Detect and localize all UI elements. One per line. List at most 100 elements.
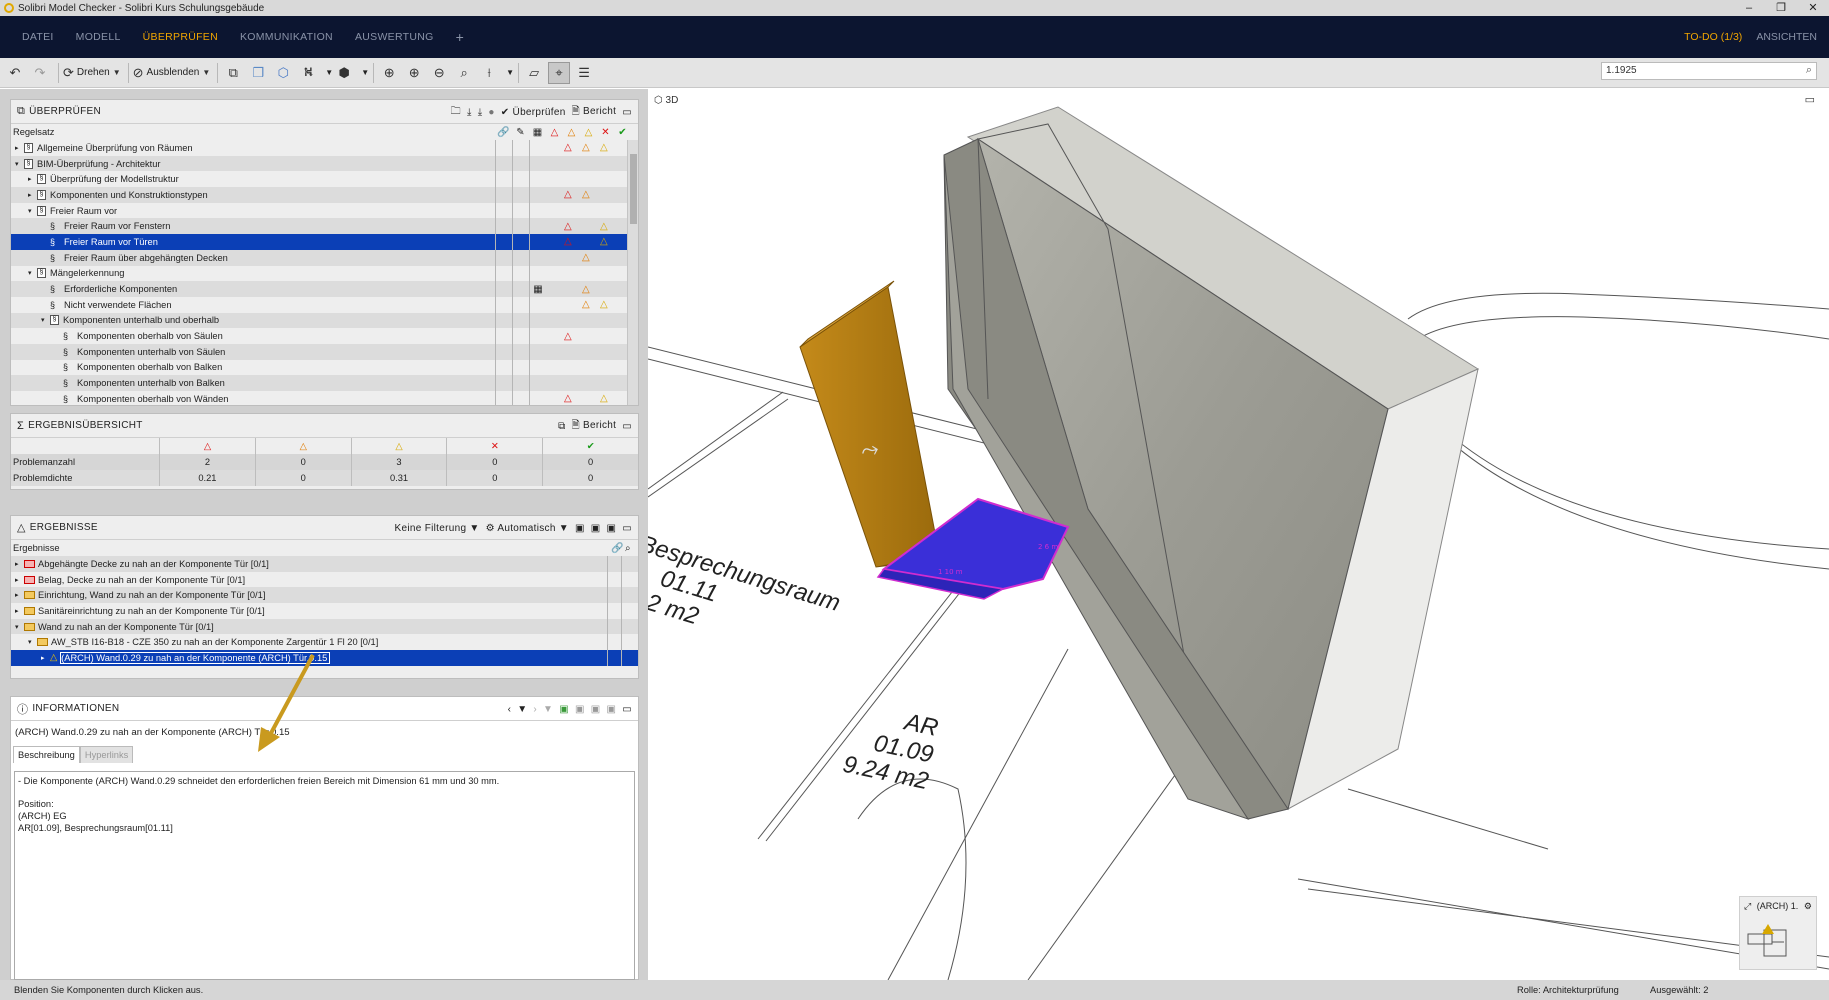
close-button[interactable]: ✕ — [1797, 0, 1829, 16]
views-button[interactable]: ANSICHTEN — [1756, 31, 1817, 43]
filter-dropdown[interactable]: Keine Filterung ▼ — [395, 523, 480, 534]
menu-kommunikation[interactable]: KOMMUNIKATION — [229, 31, 344, 43]
section-plane-icon[interactable]: ▱ — [523, 62, 545, 84]
result-row[interactable]: ▾ Wand zu nah an der Komponente Tür [0/1] — [11, 618, 638, 635]
export-icon[interactable]: ⧉ — [558, 421, 565, 432]
export-issue-icon[interactable]: ▣ — [607, 704, 617, 715]
zoom-fit-icon[interactable]: ⊕ — [378, 62, 400, 84]
save-as-icon[interactable]: ⤓ — [478, 107, 483, 118]
expand-icon[interactable]: ▸ — [28, 191, 37, 199]
collapse-icon[interactable]: ▾ — [15, 160, 24, 168]
todo-button[interactable]: TO-DO (1/3) — [1684, 31, 1742, 43]
rotate-dropdown[interactable]: ⟳ Drehen ▼ — [63, 62, 121, 84]
result-row[interactable]: ▸ Sanitäreinrichtung zu nah an der Kompon… — [11, 603, 638, 619]
ruleset-row[interactable]: ▾ § Komponenten unterhalb und oberhalb — [11, 312, 638, 329]
ruleset-row[interactable]: §Komponenten unterhalb von BalkenOK — [11, 375, 638, 391]
check-button[interactable]: ✔ Überprüfen — [501, 107, 566, 118]
ruleset-row[interactable]: ▸§Überprüfung der ModellstrukturOK — [11, 171, 638, 188]
expand-icon[interactable]: ▸ — [15, 144, 24, 152]
zoom-in-icon[interactable]: ⊕ — [403, 62, 425, 84]
open-folder-icon[interactable]: 🗀 — [451, 104, 461, 121]
ruleset-row[interactable]: § Freier Raum vor Fenstern △ △ — [11, 218, 638, 235]
collapse-icon[interactable]: ▾ — [41, 316, 50, 324]
expand-icon[interactable]: ▸ — [41, 654, 50, 662]
isolate-icon[interactable]: ❒ — [247, 62, 269, 84]
expand-icon[interactable]: ▸ — [15, 591, 24, 599]
issue-icon[interactable]: ▣ — [575, 704, 585, 715]
bcf-icon[interactable]: ▣ — [591, 704, 601, 715]
box-select-icon[interactable]: ⬡ — [272, 62, 294, 84]
next-icon[interactable]: › — [533, 704, 537, 715]
undo-icon[interactable]: ↶ — [4, 62, 26, 84]
measure-icon[interactable]: ⟊ — [478, 62, 500, 84]
ruleset-row[interactable]: ▸ § Komponenten und Konstruktionstypen △ △ — [11, 187, 638, 203]
expand-icon[interactable]: ▸ — [15, 576, 24, 584]
ruleset-row[interactable]: ▾ § Freier Raum vor — [11, 202, 638, 219]
expand-icon[interactable]: ▸ — [28, 175, 37, 183]
report-button[interactable]: 🗎 Bericht — [572, 104, 617, 121]
tab-description[interactable]: Beschreibung — [13, 746, 80, 763]
map-location-icon[interactable]: ⌖ — [548, 61, 571, 84]
show-all-icon[interactable]: ⧉ — [222, 62, 244, 84]
more-dropdown-icon[interactable]: ▼ — [543, 704, 553, 715]
minimap[interactable]: ⤢ (ARCH) 1. ⚙ — [1739, 896, 1817, 970]
maximize-panel-icon[interactable]: ▭ — [622, 107, 632, 118]
ruleset-row[interactable]: §Komponenten oberhalb von BalkenOK — [11, 359, 638, 376]
copy-icon[interactable]: ▣ — [591, 523, 601, 534]
minimap-settings-icon[interactable]: ⚙ — [1804, 901, 1812, 912]
result-row[interactable]: ▾ AW_STB I16-B18 - CZE 350 zu nah an der … — [11, 634, 638, 651]
add-tab-button[interactable]: + — [445, 29, 475, 45]
add-to-slide-icon[interactable]: ▣ — [559, 704, 569, 715]
menu-modell[interactable]: MODELL — [65, 31, 132, 43]
zoom-selection-icon[interactable]: ⌕ — [453, 62, 475, 84]
previous-icon[interactable]: ‹ — [508, 704, 512, 715]
result-row[interactable]: ▸ Belag, Decke zu nah an der Komponente T… — [11, 571, 638, 588]
ruleset-row[interactable]: § Komponenten oberhalb von Säulen △ — [11, 328, 638, 344]
minimize-button[interactable]: – — [1733, 0, 1765, 16]
ruleset-row[interactable]: ▾ § Mängelerkennung — [11, 265, 638, 282]
auto-mode-dropdown[interactable]: ⚙ Automatisch ▼ — [486, 523, 569, 534]
maximize-panel-icon[interactable]: ▭ — [622, 421, 632, 432]
maximize-panel-icon[interactable]: ▭ — [622, 523, 632, 534]
maximize-panel-icon[interactable]: ▭ — [622, 704, 632, 715]
ruleset-row[interactable]: § Komponenten oberhalb von Wänden △ △ — [11, 391, 638, 405]
3d-scene[interactable]: ⤳ 1 10 m 2 6 m — [648, 89, 1829, 980]
restore-button[interactable]: ❐ — [1765, 0, 1797, 16]
ruleset-row[interactable]: § Nicht verwendete Flächen △ △ — [11, 296, 638, 313]
view-cube-icon[interactable]: ⬢ — [333, 62, 355, 84]
tab-hyperlinks[interactable]: Hyperlinks — [79, 746, 134, 763]
save-icon[interactable]: ⤓ — [467, 107, 472, 118]
ruleset-row[interactable]: § Freier Raum vor Türen △ △ — [11, 234, 638, 250]
collapse-icon[interactable]: ▾ — [28, 638, 37, 646]
next-dropdown-icon[interactable]: ▼ — [517, 704, 527, 715]
maximize-viewport-icon[interactable]: ▭ — [1805, 93, 1815, 106]
menu-ueberpruefen[interactable]: ÜBERPRÜFEN — [132, 31, 229, 43]
collapse-icon[interactable]: ▾ — [28, 207, 37, 215]
ruleset-row[interactable]: ▸ § Allgemeine Überprüfung von Räumen △ △ △ — [11, 140, 638, 156]
collapse-icon[interactable]: ▾ — [15, 623, 24, 631]
3d-viewport[interactable]: ⤳ 1 10 m 2 6 m ⬡ 3D ▭ Besprechungsraum 0… — [648, 89, 1829, 980]
collapse-icon[interactable]: ▾ — [28, 269, 37, 277]
walk-icon[interactable]: ⛕ — [297, 62, 319, 84]
expand-icon[interactable]: ▸ — [15, 560, 24, 568]
layers-icon[interactable]: ☰ — [573, 62, 595, 84]
summary-report-button[interactable]: 🗎 Bericht — [572, 418, 617, 435]
result-row[interactable]: ▸ Einrichtung, Wand zu nah an der Kompone… — [11, 587, 638, 604]
description-textarea[interactable]: - Die Komponente (ARCH) Wand.0.29 schnei… — [14, 771, 635, 980]
zoom-out-icon[interactable]: ⊖ — [428, 62, 450, 84]
search-input[interactable]: 1.1925 ⌕ — [1601, 62, 1817, 80]
slide-icon[interactable]: ▣ — [575, 523, 585, 534]
menu-datei[interactable]: DATEI — [11, 31, 65, 43]
redo-icon[interactable]: ↷ — [29, 62, 51, 84]
clear-icon[interactable]: ▣ — [607, 523, 617, 534]
hide-dropdown[interactable]: ⊘ Ausblenden ▼ — [133, 62, 211, 84]
expand-icon[interactable]: ▸ — [15, 607, 24, 615]
minimap-expand-icon[interactable]: ⤢ — [1744, 901, 1751, 912]
ruleset-row[interactable]: §Komponenten unterhalb von SäulenOK — [11, 343, 638, 360]
ruleset-row[interactable]: ▾ § BIM-Überprüfung - Architektur — [11, 155, 638, 172]
result-row[interactable]: ▸ Abgehängte Decke zu nah an der Komponen… — [11, 556, 638, 572]
ruleset-row[interactable]: § Erforderliche Komponenten ▦ △ — [11, 281, 638, 297]
ruleset-row[interactable]: § Freier Raum über abgehängten Decken △ — [11, 249, 638, 266]
check-scrollbar[interactable] — [627, 140, 638, 405]
record-icon[interactable]: ● — [488, 107, 494, 118]
